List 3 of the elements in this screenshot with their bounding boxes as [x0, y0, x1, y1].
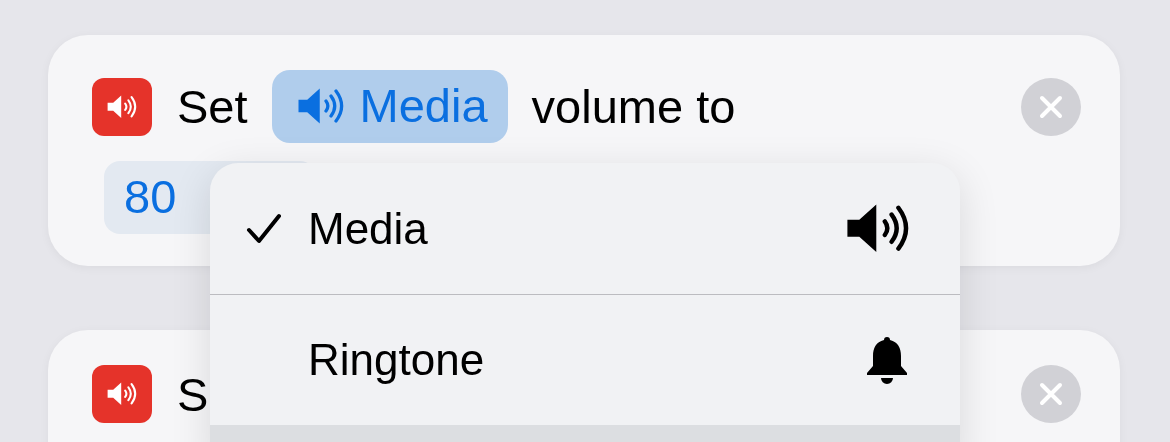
action-text: S: [177, 366, 209, 422]
action-text: volume to: [531, 79, 736, 134]
action-text: Set: [177, 79, 248, 134]
